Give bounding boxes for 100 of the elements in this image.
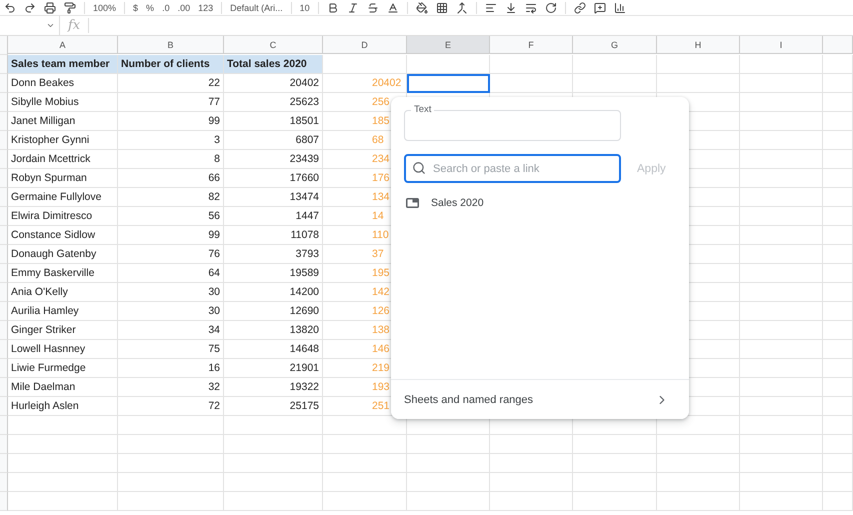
row-header[interactable]: [0, 492, 8, 511]
table-cell: Elwira Dimitresco: [8, 207, 118, 226]
table-cell: Constance Sidlow: [8, 226, 118, 245]
undo-icon[interactable]: [4, 2, 16, 14]
table-cell: 14200: [224, 283, 323, 302]
table-cell: 99: [118, 226, 224, 245]
table-cell: 72: [118, 397, 224, 416]
column-header[interactable]: H: [657, 36, 740, 54]
table-cell: Germaine Fullylove: [8, 188, 118, 207]
row-header[interactable]: [0, 226, 8, 245]
column-header[interactable]: [823, 36, 853, 54]
decrease-decimal-button[interactable]: .0: [162, 2, 170, 12]
table-cell: Sibylle Mobius: [8, 93, 118, 112]
fill-color-icon[interactable]: [416, 2, 428, 14]
print-icon[interactable]: [44, 2, 56, 14]
row-header[interactable]: [0, 150, 8, 169]
column-header[interactable]: A: [8, 36, 118, 54]
row-header[interactable]: [0, 416, 8, 435]
suggestion-item[interactable]: Sales 2020: [431, 197, 484, 209]
wrap-icon[interactable]: [524, 2, 537, 14]
font-size-dropdown[interactable]: 10: [300, 2, 310, 12]
selected-cell[interactable]: [407, 74, 490, 93]
table-cell: Donaugh Gatenby: [8, 245, 118, 264]
increase-decimal-button[interactable]: .00: [178, 2, 190, 12]
table-cell: Jordain Mcettrick: [8, 150, 118, 169]
column-header[interactable]: I: [740, 36, 823, 54]
column-header[interactable]: G: [573, 36, 657, 54]
table-cell: 66: [118, 169, 224, 188]
table-cell: 3793: [224, 245, 323, 264]
table-cell: Ginger Striker: [8, 321, 118, 340]
corner-cell[interactable]: [0, 36, 8, 55]
text-field[interactable]: Text: [404, 104, 621, 141]
column-header[interactable]: B: [118, 36, 224, 54]
row-header[interactable]: [0, 302, 8, 321]
table-cell: 18501: [224, 112, 323, 131]
table-cell: Lowell Hasnney: [8, 340, 118, 359]
table-cell: 22: [118, 74, 224, 93]
row-header[interactable]: [0, 378, 8, 397]
chart-icon[interactable]: [614, 2, 626, 14]
row-header[interactable]: [0, 264, 8, 283]
italic-icon[interactable]: [346, 2, 359, 14]
table-cell: Janet Milligan: [8, 112, 118, 131]
redo-icon[interactable]: [24, 2, 36, 14]
row-header[interactable]: [0, 169, 8, 188]
caret-icon: [46, 21, 55, 30]
bold-icon[interactable]: [326, 2, 339, 14]
column-header[interactable]: C: [224, 36, 323, 54]
zoom-dropdown[interactable]: 100%: [93, 2, 116, 12]
row-header[interactable]: [0, 93, 8, 112]
paint-roller-icon[interactable]: [64, 2, 76, 14]
table-cell: 99: [118, 112, 224, 131]
row-header[interactable]: [0, 454, 8, 473]
row-header[interactable]: [0, 55, 8, 74]
table-cell: 56: [118, 207, 224, 226]
row-header[interactable]: [0, 112, 8, 131]
link-icon[interactable]: [574, 2, 586, 14]
row-header[interactable]: [0, 74, 8, 93]
table-cell: Ania O'Kelly: [8, 283, 118, 302]
row-header[interactable]: [0, 245, 8, 264]
column-header[interactable]: F: [490, 36, 573, 54]
formula-label: fx: [68, 18, 90, 33]
sheet-tab-icon: [406, 198, 419, 208]
row-header[interactable]: [0, 188, 8, 207]
align-icon[interactable]: [484, 2, 497, 14]
header-cell: Total sales 2020: [224, 55, 323, 74]
number-format-dropdown[interactable]: 123: [198, 2, 214, 12]
comment-icon[interactable]: [594, 2, 606, 14]
sheets-ranges-button[interactable]: Sheets and named ranges: [391, 379, 689, 419]
row-header[interactable]: [0, 321, 8, 340]
row-header[interactable]: [0, 283, 8, 302]
link-search-field[interactable]: Search or paste a link: [404, 154, 621, 183]
table-cell: 12690: [224, 302, 323, 321]
table-cell: 1447: [224, 207, 323, 226]
table-cell: 82: [118, 188, 224, 207]
text-color-icon[interactable]: [386, 2, 399, 14]
borders-icon[interactable]: [436, 2, 448, 14]
table-cell: 14648: [224, 340, 323, 359]
row-header[interactable]: [0, 473, 8, 492]
font-dropdown[interactable]: Default (Ari...: [230, 2, 283, 12]
row-header[interactable]: [0, 435, 8, 454]
currency-button[interactable]: $: [133, 2, 138, 12]
strikethrough-icon[interactable]: [366, 2, 379, 14]
column-header[interactable]: E: [407, 36, 490, 54]
row-header[interactable]: [0, 397, 8, 416]
table-cell: 75: [118, 340, 224, 359]
table-cell: 32: [118, 378, 224, 397]
table-cell: 23439: [224, 150, 323, 169]
table-cell: Emmy Baskerville: [8, 264, 118, 283]
column-header[interactable]: D: [323, 36, 407, 54]
table-cell: 34: [118, 321, 224, 340]
table-cell: 19589: [224, 264, 323, 283]
rotate-icon[interactable]: [544, 2, 557, 14]
vertical-align-icon[interactable]: [504, 2, 517, 14]
table-cell: 30: [118, 302, 224, 321]
table-cell: 19322: [224, 378, 323, 397]
row-header[interactable]: [0, 359, 8, 378]
row-header[interactable]: [0, 207, 8, 226]
percent-button[interactable]: %: [146, 2, 154, 12]
row-header[interactable]: [0, 340, 8, 359]
row-header[interactable]: [0, 131, 8, 150]
